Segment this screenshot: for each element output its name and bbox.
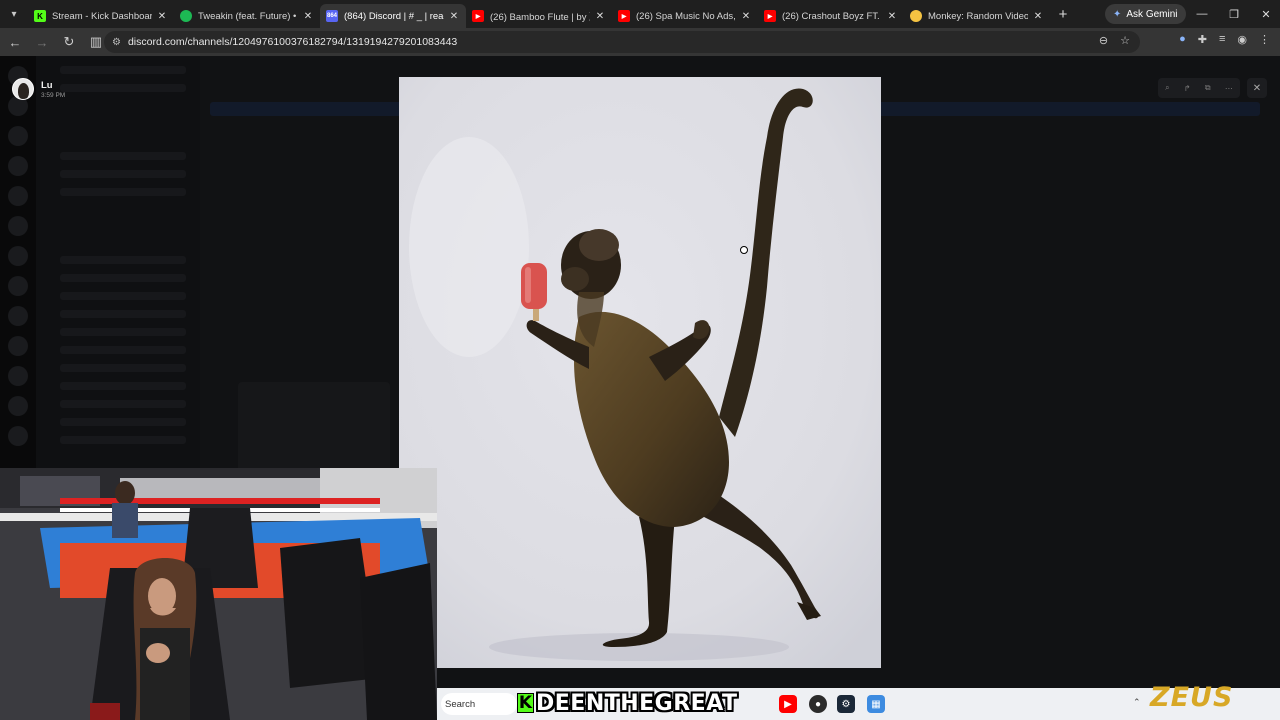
ask-gemini-button[interactable]: ✦ Ask Gemini: [1105, 4, 1186, 24]
monkey-image: [399, 77, 881, 668]
window-close-button[interactable]: ✕: [1250, 0, 1280, 28]
back-arrow-icon[interactable]: ←: [3, 30, 27, 54]
tab-youtube-crashout[interactable]: ▶ (26) Crashout Boyz FT. Rally ✕: [758, 4, 904, 28]
tab-close-icon[interactable]: ✕: [302, 11, 314, 22]
tab-title: (26) Crashout Boyz FT. Rally: [782, 10, 882, 22]
photos-taskbar-icon[interactable]: ▦: [867, 695, 885, 713]
media-controls-icon[interactable]: ≡: [1219, 33, 1225, 46]
kick-icon: K: [34, 10, 46, 22]
kick-logo-icon: K: [517, 693, 534, 713]
new-tab-button[interactable]: +: [1050, 6, 1076, 23]
forward-arrow-icon[interactable]: →: [30, 30, 54, 54]
spotify-icon: [180, 10, 192, 22]
streamer-name: DEENTHEGREAT: [536, 690, 738, 716]
browser-menu-icon[interactable]: ⋮: [1259, 33, 1270, 46]
browser-tab-strip: ▾ K Stream - Kick Dashboard ✕ Tweakin (f…: [0, 0, 1280, 28]
steam-taskbar-icon[interactable]: ⚙: [837, 695, 855, 713]
screen: ▾ K Stream - Kick Dashboard ✕ Tweakin (f…: [0, 0, 1280, 720]
open-in-browser-icon[interactable]: ⧉: [1205, 83, 1211, 93]
tab-kick-dashboard[interactable]: K Stream - Kick Dashboard ✕: [28, 4, 174, 28]
url-text[interactable]: discord.com/channels/1204976100376182794…: [128, 36, 457, 48]
address-bar[interactable]: ⚙ discord.com/channels/12049761003761827…: [104, 31, 1140, 53]
browser-toolbar: ← → ↻ ▥ ⚙ discord.com/channels/120497610…: [0, 28, 1280, 56]
zoom-icon[interactable]: ⊖: [1099, 34, 1108, 47]
tab-title: Tweakin (feat. Future) • Dee: [198, 10, 298, 22]
tab-youtube-bamboo-flute[interactable]: ▶ (26) Bamboo Flute | by 藤弘 ✕: [466, 4, 612, 28]
site-info-icon[interactable]: ⚙: [112, 37, 121, 48]
bookmark-star-icon[interactable]: ☆: [1120, 34, 1130, 47]
tab-title: (26) Spa Music No Ads, Rela: [636, 10, 736, 22]
discord-icon: 864: [326, 10, 338, 22]
search-label: Search: [445, 698, 476, 710]
streamer-watermark: K DEENTHEGREAT: [517, 690, 738, 716]
avatar[interactable]: [12, 78, 34, 100]
monkey-icon: [910, 10, 922, 22]
tab-close-icon[interactable]: ✕: [448, 11, 460, 22]
tab-monkey[interactable]: Monkey: Random Video Ch ✕: [904, 4, 1050, 28]
tab-discord[interactable]: 864 (864) Discord | # _ | reactio ✕: [320, 4, 466, 28]
tab-youtube-spa-music[interactable]: ▶ (26) Spa Music No Ads, Rela ✕: [612, 4, 758, 28]
zoom-icon[interactable]: ⌕: [1165, 83, 1169, 93]
mouse-cursor-icon: [740, 246, 748, 254]
lightbox-close-button[interactable]: ✕: [1247, 78, 1267, 98]
tab-search-button[interactable]: ▾: [0, 0, 28, 28]
tab-title: (26) Bamboo Flute | by 藤弘: [490, 12, 590, 23]
tab-close-icon[interactable]: ✕: [1032, 11, 1044, 22]
sponsor-logo: ZEUS: [1150, 682, 1234, 713]
message-timestamp: 3:59 PM: [41, 91, 66, 99]
webcam-feed: [0, 468, 437, 720]
youtube-icon: ▶: [764, 10, 776, 22]
chevron-up-icon[interactable]: ⌃: [1133, 697, 1141, 708]
tab-title: (864) Discord | # _ | reactio: [344, 10, 444, 22]
ask-gemini-label: Ask Gemini: [1126, 8, 1178, 20]
webcam-overlay: [0, 468, 437, 720]
youtube-taskbar-icon[interactable]: ▶: [779, 695, 797, 713]
tab-title: Stream - Kick Dashboard: [52, 10, 152, 22]
taskbar-search[interactable]: Search: [441, 693, 517, 715]
extensions-puzzle-icon[interactable]: ✚: [1198, 33, 1207, 46]
author-name: Lu: [41, 79, 53, 91]
profile-avatar-icon[interactable]: ◉: [1237, 33, 1247, 46]
more-options-icon[interactable]: ⋯: [1225, 84, 1233, 93]
forward-icon[interactable]: ↱: [1184, 84, 1191, 93]
tab-close-icon[interactable]: ✕: [594, 11, 606, 22]
tab-close-icon[interactable]: ✕: [740, 11, 752, 22]
monkey-illustration: [399, 77, 881, 668]
minimize-button[interactable]: —: [1186, 0, 1218, 28]
tab-close-icon[interactable]: ✕: [156, 11, 168, 22]
reload-icon[interactable]: ↻: [57, 30, 81, 54]
tab-close-icon[interactable]: ✕: [886, 11, 898, 22]
extension-icon[interactable]: ●: [1179, 33, 1186, 46]
app-taskbar-icon[interactable]: ●: [809, 695, 827, 713]
gemini-sparkle-icon: ✦: [1113, 8, 1122, 20]
lightbox-toolbar: ⌕ ↱ ⧉ ⋯: [1158, 78, 1240, 98]
lightbox-author: Lu 3:59 PM: [12, 78, 65, 100]
youtube-icon: ▶: [472, 10, 484, 22]
tab-spotify[interactable]: Tweakin (feat. Future) • Dee ✕: [174, 4, 320, 28]
tab-title: Monkey: Random Video Ch: [928, 10, 1028, 22]
youtube-icon: ▶: [618, 10, 630, 22]
restore-button[interactable]: ❐: [1218, 0, 1250, 28]
